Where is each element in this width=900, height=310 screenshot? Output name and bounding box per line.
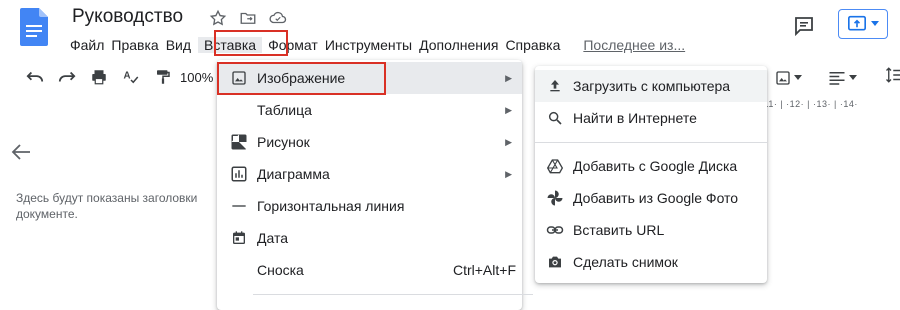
photos-icon [545, 188, 565, 208]
link-icon [545, 220, 565, 240]
menu-tools[interactable]: Инструменты [325, 37, 419, 53]
camera-icon [545, 252, 565, 272]
submenu-item-photos[interactable]: Добавить из Google Фото [535, 182, 767, 214]
align-left-icon[interactable] [828, 70, 857, 86]
menu-help[interactable]: Справка [505, 37, 567, 53]
chevron-down-icon [871, 21, 879, 26]
submenu-arrow-icon: ▶ [505, 168, 512, 179]
submenu-item-upload[interactable]: Загрузить с компьютера [535, 70, 767, 102]
move-folder-icon[interactable] [238, 8, 258, 28]
insert-menu-item-chart[interactable]: Диаграмма ▶ [217, 158, 522, 190]
search-icon [545, 108, 565, 128]
submenu-item-search-web[interactable]: Найти в Интернете [535, 102, 767, 134]
insert-menu-item-table[interactable]: Таблица ▶ [217, 94, 522, 126]
insert-menu-item-label: Таблица [257, 102, 312, 118]
menu-edit[interactable]: Правка [111, 37, 165, 53]
star-icon[interactable] [208, 8, 228, 28]
last-edit-link[interactable]: Последнее из... [583, 37, 692, 53]
chart-icon [229, 164, 249, 184]
cloud-status-icon[interactable] [268, 8, 288, 28]
submenu-arrow-icon: ▶ [505, 72, 512, 83]
insert-menu-item-drawing[interactable]: Рисунок ▶ [217, 126, 522, 158]
submenu-item-label: Вставить URL [573, 222, 665, 238]
redo-icon[interactable] [56, 66, 78, 88]
insert-image-toolbar-icon[interactable] [775, 70, 802, 86]
paint-format-icon[interactable] [152, 66, 174, 88]
submenu-item-label: Добавить из Google Фото [573, 190, 739, 206]
spellcheck-icon[interactable]: A [120, 66, 142, 88]
menu-file[interactable]: Файл [70, 37, 111, 53]
menu-divider [253, 294, 533, 295]
insert-menu-item-label: Рисунок [257, 134, 310, 150]
zoom-select[interactable]: 100% [180, 70, 213, 85]
insert-menu-item-horizontal-line[interactable]: Горизонтальная линия [217, 190, 522, 222]
insert-menu-item-label: Диаграмма [257, 166, 330, 182]
horizontal-ruler[interactable]: ·11· | ·12· | ·13· | ·14· [760, 99, 900, 111]
insert-menu-item-date[interactable]: Дата [217, 222, 522, 254]
submenu-item-label: Сделать снимок [573, 254, 678, 270]
insert-menu-item-label: Сноска [257, 262, 304, 278]
drawing-icon [229, 132, 249, 152]
present-button[interactable] [838, 9, 888, 39]
upload-icon [545, 76, 565, 96]
present-icon [848, 15, 866, 31]
comment-history-icon[interactable] [792, 14, 816, 38]
menu-view[interactable]: Вид [166, 37, 198, 53]
insert-menu-highlight [214, 30, 288, 56]
drive-icon [545, 156, 565, 176]
menu-addons[interactable]: Дополнения [419, 37, 505, 53]
submenu-item-label: Найти в Интернете [573, 110, 697, 126]
submenu-arrow-icon: ▶ [505, 104, 512, 115]
calendar-icon [229, 228, 249, 248]
back-arrow-icon[interactable] [10, 142, 32, 162]
document-title[interactable]: Руководство [72, 6, 183, 28]
line-spacing-icon[interactable] [885, 66, 900, 89]
insert-menu-item-label: Горизонтальная линия [257, 198, 405, 214]
submenu-item-drive[interactable]: Добавить с Google Диска [535, 150, 767, 182]
submenu-arrow-icon: ▶ [505, 136, 512, 147]
insert-menu-item-footnote[interactable]: Сноска Ctrl+Alt+F [217, 254, 522, 286]
horizontal-line-icon [229, 196, 249, 216]
submenu-item-label: Добавить с Google Диска [573, 158, 738, 174]
docs-logo[interactable] [20, 8, 48, 46]
menu-divider [535, 142, 767, 143]
menubar: Файл Правка Вид Вставка Формат Инструмен… [70, 35, 692, 55]
image-item-highlight [217, 62, 386, 95]
submenu-item-label: Загрузить с компьютера [573, 78, 731, 94]
submenu-item-url[interactable]: Вставить URL [535, 214, 767, 246]
insert-menu-item-label: Дата [257, 230, 289, 246]
print-icon[interactable] [88, 66, 110, 88]
outline-hint: Здесь будут показаны заголовки документе… [16, 191, 198, 221]
submenu-item-camera[interactable]: Сделать снимок [535, 246, 767, 278]
svg-text:A: A [124, 71, 131, 82]
image-submenu: Загрузить с компьютера Найти в Интернете… [535, 66, 767, 283]
undo-icon[interactable] [24, 66, 46, 88]
insert-menu-dropdown: Изображение ▶ Таблица ▶ Рисунок ▶ Диагра… [217, 60, 533, 310]
shortcut-label: Ctrl+Alt+F [452, 262, 516, 278]
